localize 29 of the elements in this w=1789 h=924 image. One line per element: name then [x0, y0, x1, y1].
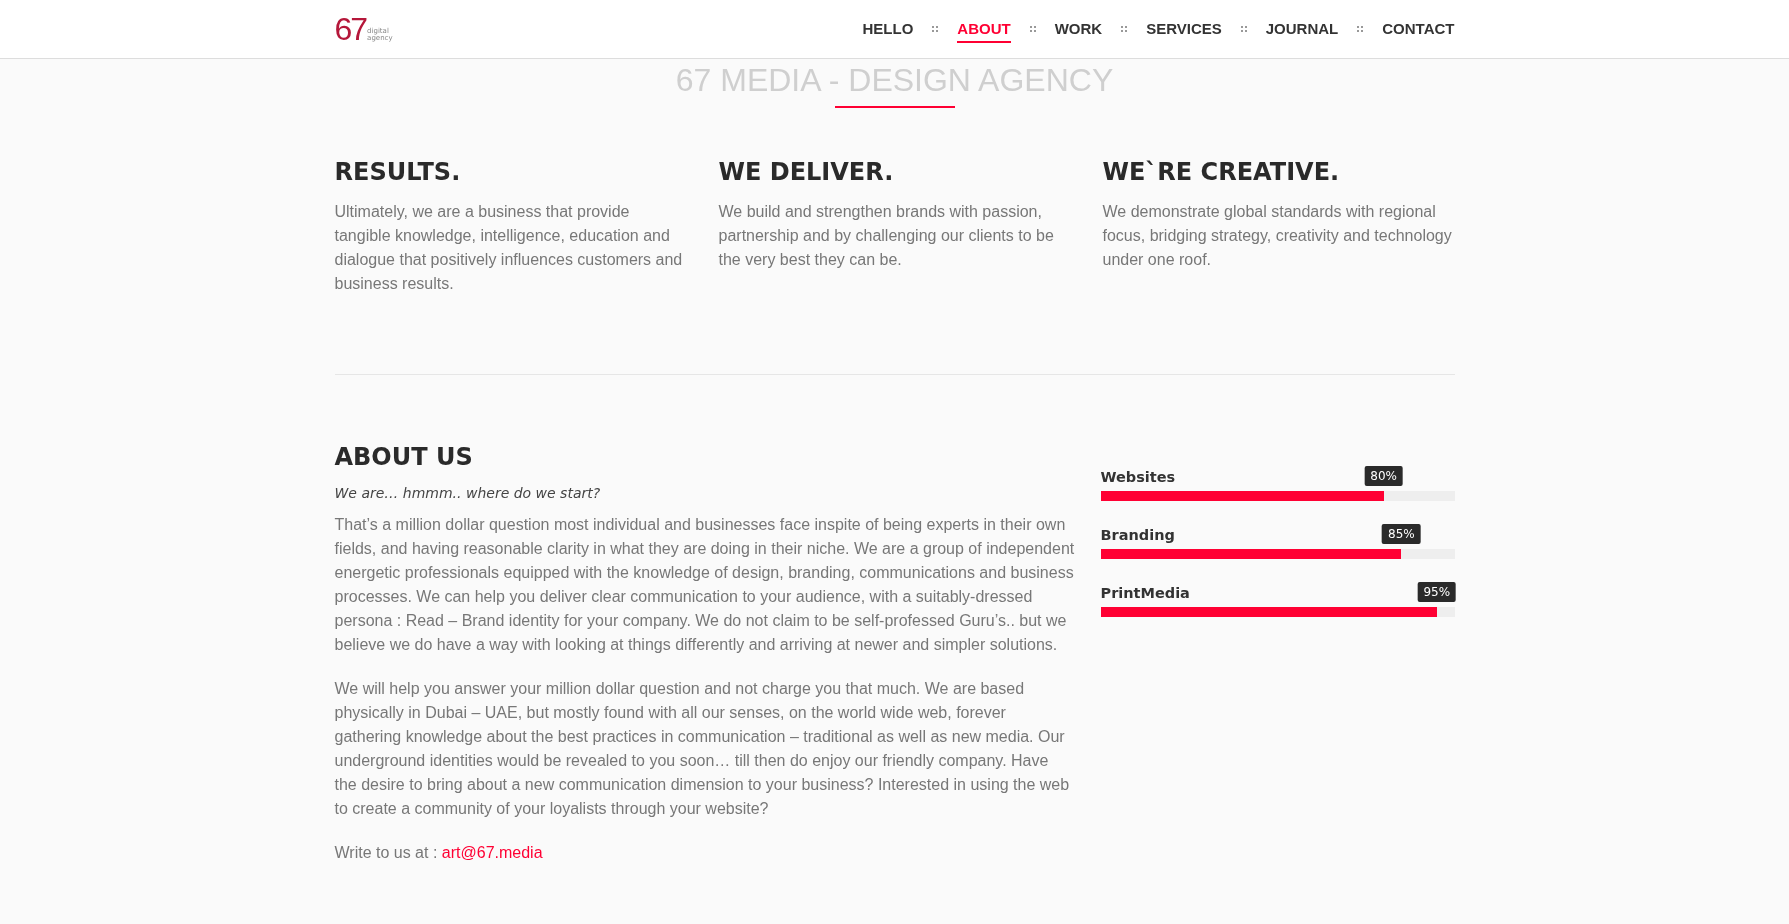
feature-heading: WE`RE CREATIVE. — [1102, 158, 1341, 186]
nav-link[interactable]: ABOUT — [957, 15, 1011, 43]
paragraph: We will help you answer your million dollar question and not charge you that much. We are based physically in Dubai – UAE, but mostly found with all our senses, on the world wide web, forever gathering knowledge about the best practices in communication – traditional as well as new media. Our underground identities would be revealed to you soon… till then do enjoy our friendly company. Have the desire to bring about a new communication dimension to your business? Interested in using the web to create a community of your loyalists through your website? — [334, 679, 1071, 819]
email-link[interactable]: art@67.media — [441, 844, 543, 861]
skill-label: Websites — [1100, 469, 1176, 485]
contact-label: Write to us at : — [334, 844, 438, 861]
feature-heading: WE DELIVER. — [718, 158, 895, 186]
nav-link[interactable]: JOURNAL — [1265, 15, 1339, 43]
dots-icon — [1029, 26, 1036, 32]
feature-text: We build and strengthen brands with passion, partnership and by challenging our clients to be the very best they can be. — [718, 202, 1055, 270]
value-tooltip: 85% — [1382, 524, 1421, 544]
paragraph: That’s a million dollar question most individual and businesses face inspite of being experts in their own fields, and having reasonable clarity in what they are doing in their niche. We are a group of independent energetic professionals equipped with the knowledge of design, branding, communications and business processes. We can help you deliver clear communication to your audience, with a suitably-dressed persona : Read – Brand identity for your company. We do not claim to be self-professed Guru’s.. but we believe we do have a way with looking at things differently and arriving at newer and simpler solutions. — [334, 515, 1075, 655]
feature-text: Ultimately, we are a business that provide tangible knowledge, intelligence, education and dialogue that positively influences customers and business results. — [334, 202, 684, 294]
dots-icon — [932, 26, 939, 32]
skill-label: Branding — [1100, 527, 1175, 543]
value-tooltip: 95% — [1417, 582, 1457, 602]
nav-link[interactable]: SERVICES — [1146, 15, 1222, 43]
dots-icon — [1240, 26, 1247, 32]
feature-text: We demonstrate global standards with regional focus, bridging strategy, creativity and technology under one roof. — [1102, 202, 1453, 270]
feature-heading: RESULTS. — [334, 158, 462, 186]
value-tooltip: 80% — [1364, 466, 1403, 486]
dots-icon — [1357, 26, 1364, 32]
skill-label: PrintMedia — [1100, 585, 1190, 601]
dots-icon — [1121, 26, 1128, 32]
section-heading: ABOUT US — [334, 443, 474, 471]
subtitle: We are… hmmm.. where do we start? — [334, 485, 602, 501]
nav-link[interactable]: WORK — [1054, 15, 1103, 43]
nav-link[interactable]: HELLO — [862, 15, 914, 43]
nav-link[interactable]: CONTACT — [1382, 15, 1455, 43]
